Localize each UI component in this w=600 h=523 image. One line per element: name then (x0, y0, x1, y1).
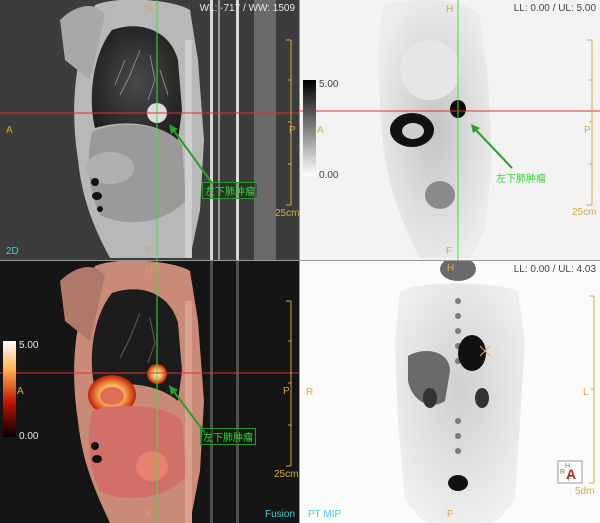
pet-orient-left: A (317, 125, 324, 136)
ct-sagittal-viewport[interactable]: WL: -717 / WW: 1509 H F A P 25cm 2D 左下肺肿… (0, 0, 300, 261)
pet-colorbar-max: 5.00 (319, 79, 339, 90)
cube-left-letter: R (560, 469, 566, 476)
ct-window-level: WL: -717 / WW: 1509 (199, 3, 295, 14)
mip-orient-right: L (583, 387, 589, 398)
fusion-orient-left: A (17, 386, 24, 397)
ct-orient-top: H (146, 4, 154, 15)
pet-tumor-annotation[interactable]: 左下肺肿瘤 (496, 170, 546, 185)
fusion-tumor-annotation[interactable]: 左下肺肿瘤 (200, 428, 256, 445)
fusion-scale-label: 25cm (274, 469, 299, 480)
fusion-image (0, 261, 299, 523)
pet-image (300, 0, 600, 260)
pet-colorbar-min: 0.00 (319, 170, 339, 181)
pet-orient-bottom: F (446, 246, 453, 257)
mip-orient-bottom: F (447, 509, 454, 520)
fusion-orient-top: H (146, 265, 154, 276)
cube-bottom-letter: F (568, 477, 572, 483)
ct-tumor-annotation[interactable]: 左下肺肿瘤 (202, 182, 258, 199)
pet-scale-label: 25cm (572, 207, 597, 218)
ct-scale-label: 25cm (275, 208, 300, 219)
fusion-sagittal-viewport[interactable]: H F A P 5.00 0.00 25cm Fusion 左下肺肿瘤 (0, 261, 300, 523)
ct-mode-label: 2D (6, 246, 19, 257)
mip-window-level: LL: 0.00 / UL: 4.03 (513, 264, 596, 275)
mip-mode-label: PT MIP (308, 509, 342, 520)
pet-sagittal-viewport[interactable]: LL: 0.00 / UL: 5.00 H F A P 5.00 0.00 25… (300, 0, 600, 261)
fusion-colorbar-max: 5.00 (19, 340, 39, 351)
pet-orient-right: P (584, 125, 591, 136)
fusion-colorbar-min: 0.00 (19, 431, 39, 442)
mip-image (300, 261, 600, 523)
pet-orient-top: H (446, 4, 454, 15)
fusion-orient-bottom: F (146, 509, 153, 520)
pet-mip-viewport[interactable]: LL: 0.00 / UL: 4.03 H F R L 5dm PT MIP H… (300, 261, 600, 523)
fusion-mode-label: Fusion (265, 509, 296, 520)
fusion-colorbar (3, 341, 16, 437)
pet-colorbar (303, 80, 316, 176)
ct-orient-left: A (6, 125, 13, 136)
pet-window-level: LL: 0.00 / UL: 5.00 (513, 3, 596, 14)
ct-image (0, 0, 299, 260)
mip-orient-left: R (306, 387, 314, 398)
fusion-orient-right: P (283, 386, 290, 397)
mip-orient-top: H (447, 263, 455, 274)
viewer-grid: WL: -717 / WW: 1509 H F A P 25cm 2D 左下肺肿… (0, 0, 600, 523)
ct-orient-right: P (289, 125, 296, 136)
mip-scale-label: 5dm (575, 486, 595, 497)
ct-orient-bottom: F (146, 246, 153, 257)
